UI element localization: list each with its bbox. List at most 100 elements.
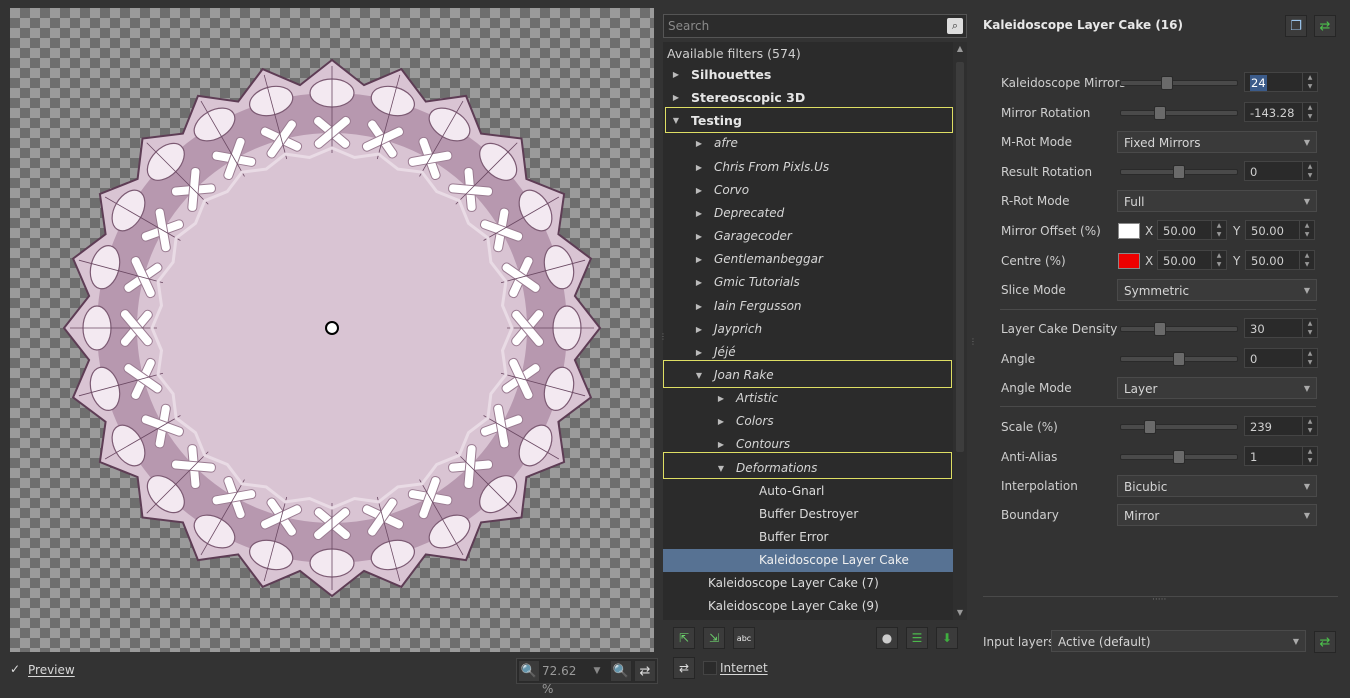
zoom-dropdown-icon[interactable]: ▼ — [590, 662, 604, 680]
combo-interpolation[interactable]: Bicubic ▼ — [1117, 475, 1317, 497]
slider-layer-cake-density[interactable] — [1120, 322, 1238, 336]
filter-tree-item[interactable]: ▶ Gentlemanbeggar — [663, 248, 953, 271]
combo-r-rot-mode[interactable]: Full ▼ — [1117, 190, 1317, 212]
zoom-value[interactable]: 72.62 % — [542, 662, 588, 696]
spin-angle[interactable]: 0 ▲ ▼ — [1244, 348, 1318, 368]
add-fave-button[interactable]: ⇱ — [673, 627, 695, 649]
filter-tree-item[interactable]: ▶ Chris From Pixls.Us — [663, 156, 953, 179]
spin-arrows-icon[interactable]: ▲ ▼ — [1302, 417, 1317, 435]
spin-arrows-icon[interactable]: ▲ ▼ — [1211, 251, 1226, 269]
collapsed-arrow-icon[interactable]: ▶ — [694, 156, 704, 179]
slider-anti-alias[interactable] — [1120, 450, 1238, 464]
expanded-arrow-icon[interactable]: ▼ — [671, 109, 681, 132]
spin-anti-alias[interactable]: 1 ▲ ▼ — [1244, 446, 1318, 466]
collapsed-arrow-icon[interactable]: ▶ — [694, 132, 704, 155]
spin-arrows-icon[interactable]: ▲ ▼ — [1302, 319, 1317, 337]
spin-arrows-icon[interactable]: ▲ ▼ — [1302, 162, 1317, 180]
spin-arrows-icon[interactable]: ▲ ▼ — [1302, 349, 1317, 367]
search-button[interactable]: ⌕ — [947, 18, 963, 34]
scroll-up-icon[interactable]: ▲ — [953, 42, 967, 56]
combo-slice-mode[interactable]: Symmetric ▼ — [1117, 279, 1317, 301]
filter-tree-item[interactable]: Kaleidoscope Layer Cake (9) — [663, 595, 953, 618]
collapsed-arrow-icon[interactable]: ▶ — [671, 86, 681, 109]
collapsed-arrow-icon[interactable]: ▶ — [716, 433, 726, 456]
centre-color-swatch[interactable] — [1118, 253, 1140, 269]
refresh-filters-button[interactable]: ⇄ — [673, 657, 695, 679]
slider-angle[interactable] — [1120, 352, 1238, 366]
rename-fave-button[interactable]: abc — [733, 627, 755, 649]
spin-result-rotation[interactable]: 0 ▲ ▼ — [1244, 161, 1318, 181]
combo-m-rot-mode[interactable]: Fixed Mirrors ▼ — [1117, 131, 1317, 153]
spin-scale[interactable]: 239 ▲ ▼ — [1244, 416, 1318, 436]
spin-arrows-icon[interactable]: ▲ ▼ — [1302, 73, 1317, 91]
search-input[interactable] — [668, 17, 938, 35]
visibility-button[interactable]: ● — [876, 627, 898, 649]
spin-arrows-icon[interactable]: ▲ ▼ — [1211, 221, 1226, 239]
zoom-in-button[interactable]: 🔍 — [518, 660, 540, 682]
spin-mirror-rotation[interactable]: -143.28 ▲ ▼ — [1244, 102, 1318, 122]
filter-tree[interactable]: Available filters (574) ▶ Silhouettes ▶ Ste… — [663, 42, 953, 620]
filter-tree-item[interactable]: ▼ Testing — [663, 109, 953, 132]
filter-tree-item[interactable]: ▶ Garagecoder — [663, 225, 953, 248]
filter-tree-item[interactable]: ▼ Deformations — [663, 457, 953, 480]
internet-checkbox[interactable] — [703, 661, 717, 675]
collapsed-arrow-icon[interactable]: ▶ — [694, 295, 704, 318]
collapsed-arrow-icon[interactable]: ▶ — [694, 202, 704, 225]
spin-centre-x[interactable]: 50.00 ▲ ▼ — [1157, 250, 1227, 270]
scrollbar-thumb[interactable] — [956, 62, 964, 452]
expanded-arrow-icon[interactable]: ▼ — [716, 457, 726, 480]
slider-scale[interactable] — [1120, 420, 1238, 434]
filter-tree-item[interactable]: ▶ Jéjé — [663, 341, 953, 364]
slider-handle[interactable] — [1154, 322, 1167, 336]
slider-handle[interactable] — [1143, 420, 1156, 434]
filter-tree-item[interactable]: ▶ Iain Fergusson — [663, 295, 953, 318]
filter-tree-item[interactable]: ▶ Corvo — [663, 179, 953, 202]
filter-tree-item[interactable]: Auto-Gnarl — [663, 480, 953, 503]
spin-arrows-icon[interactable]: ▲ ▼ — [1299, 251, 1314, 269]
filter-tree-item[interactable]: ▶ Jayprich — [663, 318, 953, 341]
slider-mirror-rotation[interactable] — [1120, 106, 1238, 120]
expanded-arrow-icon[interactable]: ▼ — [694, 364, 704, 387]
slider-handle[interactable] — [1154, 106, 1167, 120]
collapsed-arrow-icon[interactable]: ▶ — [716, 410, 726, 433]
spin-layer-cake-density[interactable]: 30 ▲ ▼ — [1244, 318, 1318, 338]
filter-tree-item[interactable]: ▶ Silhouettes — [663, 63, 953, 86]
preview-checkbox[interactable]: ✓ — [10, 663, 22, 675]
copy-to-clipboard-button[interactable]: ❐ — [1285, 15, 1307, 37]
filter-tree-item[interactable]: Buffer Destroyer — [663, 503, 953, 526]
combo-input-layers[interactable]: Active (default) ▼ — [1051, 630, 1306, 652]
filter-tree-item[interactable]: Kaleidoscope Layer Cake — [663, 549, 953, 573]
remove-fave-button[interactable]: ⇲ — [703, 627, 725, 649]
filter-tree-item[interactable]: ▶ Colors — [663, 410, 953, 433]
list-mode-button[interactable]: ☰ — [906, 627, 928, 649]
spin-arrows-icon[interactable]: ▲ ▼ — [1299, 221, 1314, 239]
filter-tree-item[interactable]: ▶ Deprecated — [663, 202, 953, 225]
splitter-handle-left[interactable]: ⋮ — [659, 333, 667, 341]
slider-result-rotation[interactable] — [1120, 165, 1238, 179]
filter-tree-item[interactable]: ▶ Contours — [663, 433, 953, 456]
collapsed-arrow-icon[interactable]: ▶ — [694, 318, 704, 341]
scroll-down-icon[interactable]: ▼ — [953, 606, 967, 620]
slider-handle[interactable] — [1173, 165, 1185, 179]
splitter-handle-bottom[interactable]: ····· — [1152, 595, 1166, 605]
collapsed-arrow-icon[interactable]: ▶ — [694, 225, 704, 248]
collapsed-arrow-icon[interactable]: ▶ — [694, 248, 704, 271]
slider-handle[interactable] — [1173, 450, 1185, 464]
collapsed-arrow-icon[interactable]: ▶ — [716, 387, 726, 410]
collapsed-arrow-icon[interactable]: ▶ — [694, 179, 704, 202]
slider-handle[interactable] — [1173, 352, 1185, 366]
refresh-preview-button[interactable]: ⇄ — [634, 660, 656, 682]
slider-handle[interactable] — [1160, 76, 1173, 90]
filter-tree-item[interactable]: ▶ Gmic Tutorials — [663, 271, 953, 294]
filter-tree-scrollbar[interactable]: ▲ ▼ — [953, 42, 967, 620]
combo-angle-mode[interactable]: Layer ▼ — [1117, 377, 1317, 399]
filter-tree-item[interactable]: Kaleidoscope Layer Cake (7) — [663, 572, 953, 595]
centre-handle[interactable] — [325, 321, 339, 335]
filter-tree-item[interactable]: ▶ Stereoscopic 3D — [663, 86, 953, 109]
spin-centre-y[interactable]: 50.00 ▲ ▼ — [1245, 250, 1315, 270]
mirror-offset-color-swatch[interactable] — [1118, 223, 1140, 239]
zoom-out-button[interactable]: 🔍 — [610, 660, 632, 682]
spin-mirror-offset-y[interactable]: 50.00 ▲ ▼ — [1245, 220, 1315, 240]
filter-tree-item[interactable]: ▶ Artistic — [663, 387, 953, 410]
filter-tree-item[interactable]: ▶ afre — [663, 132, 953, 155]
